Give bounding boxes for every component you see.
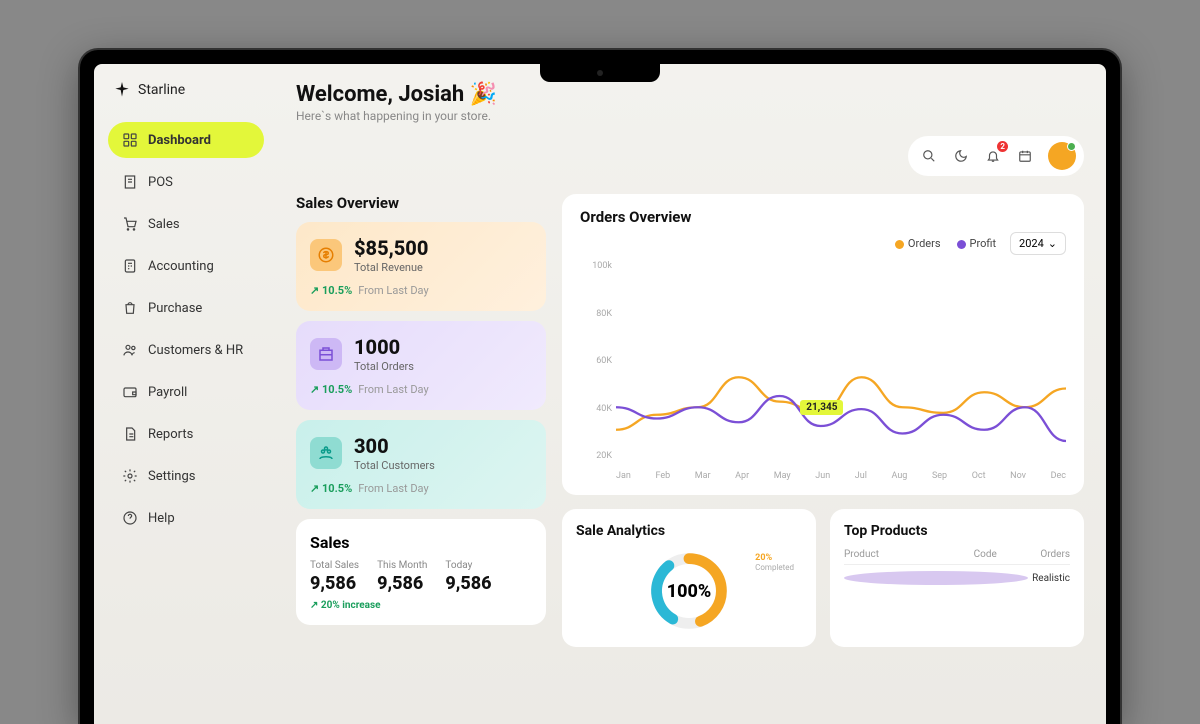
chart-x-axis: JanFebMarAprMayJunJulAugSepOctNovDec: [616, 471, 1066, 481]
sidebar-item-payroll[interactable]: Payroll: [108, 374, 264, 410]
stat-value: 1000: [354, 335, 414, 359]
year-selector[interactable]: 2024⌄: [1010, 232, 1066, 255]
chart-legend: Orders Profit: [895, 237, 996, 250]
search-button[interactable]: [916, 143, 942, 169]
stat-card-total-customers: 300Total Customers↗ 10.5% From Last Day: [296, 420, 546, 509]
sidebar-item-customers-hr[interactable]: Customers & HR: [108, 332, 264, 368]
sidebar-item-settings[interactable]: Settings: [108, 458, 264, 494]
receipt-icon: [122, 174, 138, 190]
stat-delta: ↗ 10.5%: [310, 482, 352, 495]
header-toolbar: 2: [908, 136, 1084, 176]
stat-icon: [310, 239, 342, 271]
sales-card: Sales Total Sales9,586 This Month9,586 Tod…: [296, 519, 546, 625]
orders-chart-title: Orders Overview: [580, 208, 691, 226]
table-row[interactable]: Realistic: [844, 571, 1070, 585]
sale-analytics-card: Sale Analytics 100% 20%Completed: [562, 509, 816, 647]
sales-col: Total Sales9,586: [310, 560, 359, 594]
product-icon: [844, 571, 1028, 585]
chart-y-axis: 100k80K60K40K20K: [580, 261, 612, 461]
stat-label: Total Customers: [354, 459, 435, 472]
sidebar-item-label: Payroll: [148, 385, 187, 400]
main: Welcome, Josiah 🎉 Here`s what happening …: [274, 64, 1106, 724]
sidebar-item-label: POS: [148, 175, 173, 190]
sidebar-item-purchase[interactable]: Purchase: [108, 290, 264, 326]
top-products-title: Top Products: [844, 523, 1070, 539]
stat-label: Total Revenue: [354, 261, 428, 274]
donut-side-label: 20%Completed: [755, 553, 794, 572]
calendar-button[interactable]: [1012, 143, 1038, 169]
stat-icon: [310, 437, 342, 469]
calc-icon: [122, 258, 138, 274]
stat-delta: ↗ 10.5%: [310, 284, 352, 297]
help-icon: [122, 510, 138, 526]
brand-name: Starline: [138, 82, 185, 98]
product-table-header: Product Code Orders: [844, 549, 1070, 565]
bag-icon: [122, 300, 138, 316]
top-products-card: Top Products Product Code Orders Realist…: [830, 509, 1084, 647]
donut-center-label: 100%: [667, 581, 711, 602]
chevron-down-icon: ⌄: [1048, 237, 1057, 250]
stat-note: From Last Day: [358, 383, 428, 396]
sidebar-item-sales[interactable]: Sales: [108, 206, 264, 242]
page-header: Welcome, Josiah 🎉 Here`s what happening …: [296, 82, 497, 123]
users-icon: [122, 342, 138, 358]
sidebar-item-label: Reports: [148, 427, 193, 442]
sidebar-item-accounting[interactable]: Accounting: [108, 248, 264, 284]
sidebar: Starline Dashboard POS Sales Accounting Purc…: [94, 64, 274, 724]
stat-card-total-orders: 1000Total Orders↗ 10.5% From Last Day: [296, 321, 546, 410]
wallet-icon: [122, 384, 138, 400]
moon-icon: [953, 148, 969, 164]
sidebar-item-dashboard[interactable]: Dashboard: [108, 122, 264, 158]
cart-icon: [122, 216, 138, 232]
stat-note: From Last Day: [358, 482, 428, 495]
stat-icon: [310, 338, 342, 370]
orders-line-chart: [616, 261, 1066, 449]
sales-increase: ↗ 20% increase: [310, 600, 532, 611]
sales-title: Sales: [310, 533, 532, 552]
stat-value: 300: [354, 434, 435, 458]
stat-note: From Last Day: [358, 284, 428, 297]
sidebar-item-label: Dashboard: [148, 133, 211, 148]
doc-icon: [122, 426, 138, 442]
sidebar-item-label: Sales: [148, 217, 180, 232]
brand: Starline: [108, 82, 264, 98]
notifications-button[interactable]: 2: [980, 143, 1006, 169]
sidebar-item-help[interactable]: Help: [108, 500, 264, 536]
sidebar-item-pos[interactable]: POS: [108, 164, 264, 200]
chart-annotation: 21,345: [800, 400, 843, 415]
brand-star-icon: [114, 82, 130, 98]
stat-value: $85,500: [354, 236, 428, 260]
search-icon: [921, 148, 937, 164]
sales-col: Today9,586: [445, 560, 491, 594]
sale-analytics-title: Sale Analytics: [576, 523, 802, 539]
sidebar-item-label: Customers & HR: [148, 343, 243, 358]
sidebar-item-label: Accounting: [148, 259, 214, 274]
notif-badge: 2: [997, 141, 1008, 152]
theme-toggle[interactable]: [948, 143, 974, 169]
gear-icon: [122, 468, 138, 484]
sales-col: This Month9,586: [377, 560, 427, 594]
stat-label: Total Orders: [354, 360, 414, 373]
sidebar-item-label: Settings: [148, 469, 195, 484]
page-subtitle: Here`s what happening in your store.: [296, 109, 497, 123]
avatar[interactable]: [1048, 142, 1076, 170]
sales-overview-title: Sales Overview: [296, 194, 546, 212]
sidebar-item-label: Purchase: [148, 301, 202, 316]
stat-delta: ↗ 10.5%: [310, 383, 352, 396]
sidebar-item-label: Help: [148, 511, 175, 526]
calendar-icon: [1017, 148, 1033, 164]
grid-icon: [122, 132, 138, 148]
orders-chart-card: Orders Overview Orders Profit 2024⌄ 100k…: [562, 194, 1084, 495]
sidebar-item-reports[interactable]: Reports: [108, 416, 264, 452]
page-title: Welcome, Josiah 🎉: [296, 82, 497, 107]
stat-card-total-revenue: $85,500Total Revenue↗ 10.5% From Last Day: [296, 222, 546, 311]
